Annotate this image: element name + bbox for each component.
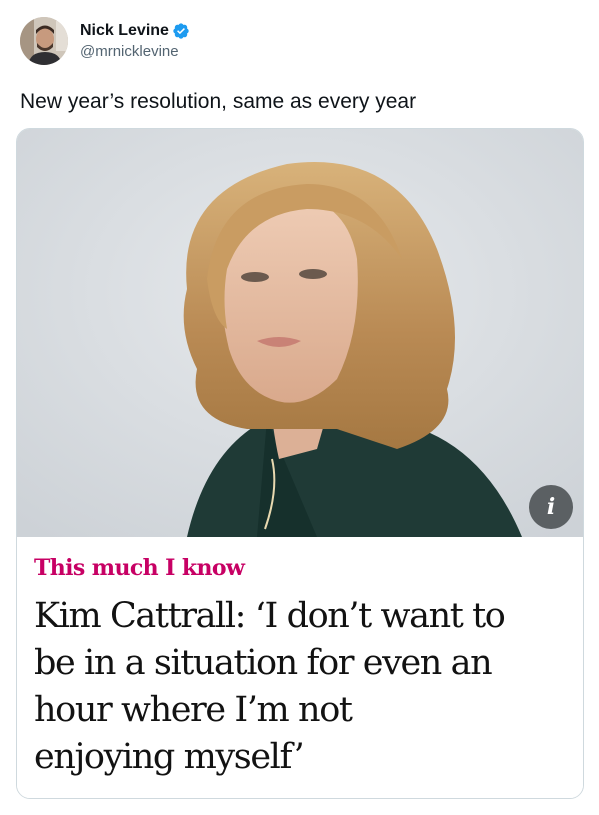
card-image[interactable]: i [17, 129, 583, 537]
portrait-photo [17, 129, 583, 537]
headline-line: hour where I’m not [34, 690, 353, 730]
display-name[interactable]: Nick Levine [80, 21, 169, 41]
card-kicker: This much I know [34, 555, 245, 581]
card-body: This much I know Kim Cattrall: ‘I don’t … [17, 537, 583, 798]
tweet: Nick Levine @mrnicklevine New year’s res… [0, 0, 599, 815]
card-headline: Kim Cattrall: ‘I don’t want to be in a s… [34, 593, 574, 781]
headline-line: enjoying myself’ [34, 737, 305, 777]
verified-badge-icon [172, 22, 190, 40]
avatar[interactable] [20, 17, 68, 65]
headline-line: Kim Cattrall: ‘I don’t want to [34, 596, 506, 636]
info-icon[interactable]: i [529, 485, 573, 529]
author-names: Nick Levine @mrnicklevine [80, 20, 190, 62]
tweet-text: New year’s resolution, same as every yea… [20, 90, 417, 113]
headline-line: be in a situation for even an [34, 643, 493, 683]
handle[interactable]: @mrnicklevine [80, 42, 190, 62]
tweet-header: Nick Levine @mrnicklevine [20, 16, 190, 66]
name-row: Nick Levine [80, 20, 190, 42]
link-card[interactable]: i This much I know Kim Cattrall: ‘I don’… [16, 128, 584, 799]
avatar-photo [20, 17, 68, 65]
